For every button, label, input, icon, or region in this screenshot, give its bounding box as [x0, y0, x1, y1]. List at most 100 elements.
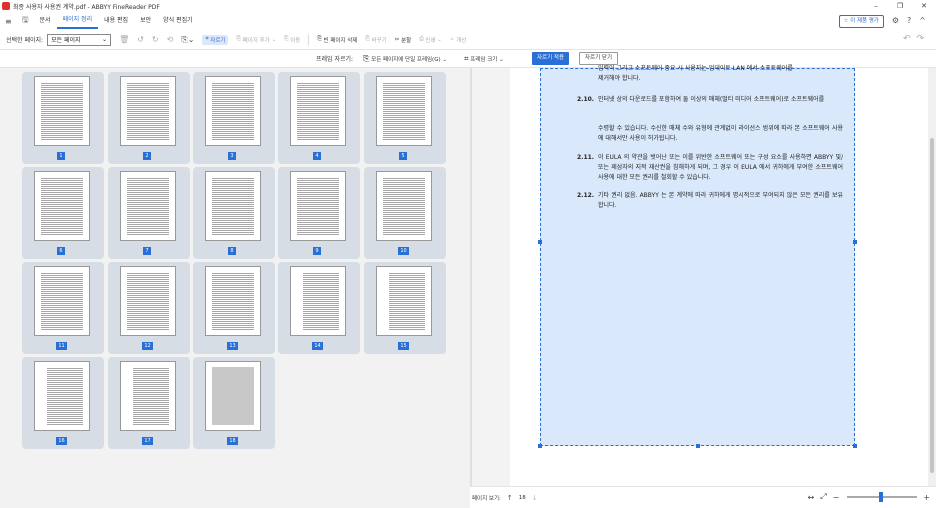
collapse-ribbon-icon[interactable]: ^: [915, 12, 930, 30]
page-preview: [290, 266, 346, 336]
zoom-out-icon[interactable]: −: [833, 493, 840, 502]
page-preview: [376, 266, 432, 336]
add-page-button[interactable]: ⎘ 페이지 추가 ⌄: [236, 36, 276, 44]
document-text-line: 제거해야 합니다.: [598, 75, 641, 82]
crop-button[interactable]: ⌗ 자르기: [202, 34, 229, 45]
rotate-left-icon[interactable]: ↺: [137, 35, 144, 44]
selected-pages-label: 선택한 페이지:: [6, 37, 44, 44]
crop-handle-right[interactable]: [853, 240, 857, 244]
page-thumbnail[interactable]: 12: [108, 262, 190, 354]
next-page-icon[interactable]: ↓: [532, 494, 538, 502]
page-number-badge: 10: [398, 247, 409, 255]
page-preview: [376, 76, 432, 146]
page-thumbnail[interactable]: 17: [108, 357, 190, 449]
crop-label: 자르기: [210, 37, 226, 44]
replace-button[interactable]: ⎘ 바꾸기: [365, 36, 386, 44]
page-thumbnail[interactable]: 8: [193, 167, 275, 259]
zoom-slider-knob[interactable]: [879, 492, 884, 502]
page-number-badge: 17: [142, 437, 153, 445]
redo-icon[interactable]: ↷: [916, 34, 924, 44]
same-frame-dropdown[interactable]: ⎘ 모든 페이지에 단일 프레임(G) ⌄: [363, 54, 447, 64]
toolbar-divider: [308, 33, 310, 46]
page-thumbnail[interactable]: 7: [108, 167, 190, 259]
page-options-icon[interactable]: ⎘⌄: [181, 35, 194, 45]
add-page-label: 페이지 추가: [242, 37, 270, 44]
undo-icon[interactable]: ↶: [903, 34, 911, 44]
zoom-in-icon[interactable]: +: [923, 493, 930, 502]
menu-form-editor[interactable]: 양식 편집기: [157, 12, 199, 30]
page-number-badge: 8: [228, 247, 236, 255]
page-thumbnail[interactable]: 11: [22, 262, 104, 354]
page-number-badge: 1: [57, 152, 65, 160]
crop-handle-bottom-right[interactable]: [853, 444, 857, 448]
section-text: 수령할 수 있습니다. 수신한 매체 수와 유형에 관계없이 라이선스 범위에 …: [598, 125, 843, 142]
page-thumbnail[interactable]: 10: [364, 167, 446, 259]
zoom-slider[interactable]: [847, 492, 918, 502]
delete-icon[interactable]: 🗑: [119, 35, 129, 44]
document-text-line: 입력이 그리고 소프트웨어 중요 시 사용자는 업데이트 LAN 에서 소프트웨…: [598, 65, 793, 72]
save-icon[interactable]: 🖫: [17, 14, 34, 28]
page-thumbnail[interactable]: 13: [193, 262, 275, 354]
thumbnail-pane[interactable]: 1 2 3 4 5 6 7 8 9 10 11 12 13 14 15 16 1…: [0, 68, 470, 508]
section-text: 인터넷 상의 다운로드를 포함하여 둘 이상의 매체(멀티 미디어 소프트웨어)…: [598, 96, 825, 103]
page-thumbnail[interactable]: 4: [278, 72, 360, 164]
frame-size-dropdown[interactable]: ⌗ 프레임 크기 ⌄: [464, 54, 504, 64]
menu-document[interactable]: 문서: [34, 12, 57, 30]
vertical-scrollbar[interactable]: [928, 68, 936, 486]
previous-page-icon[interactable]: ↑: [507, 494, 513, 502]
settings-icon[interactable]: ⚙: [888, 12, 903, 30]
page-toolbar: 선택한 페이지: 모든 페이지 ⌄ 🗑 ↺ ↻ ⟲ ⎘⌄ ⌗ 자르기 ⎘ 페이지…: [0, 30, 936, 50]
menu-bar: ≡ 🖫 문서 페이지 정리 내용 편집 보안 양식 편집기 ☆ 이 제품 평가 …: [0, 12, 936, 30]
maximize-button[interactable]: ❐: [888, 0, 912, 12]
page-thumbnail[interactable]: 6: [22, 167, 104, 259]
frame-size-label: 프레임 크기: [470, 56, 498, 63]
fit-page-icon[interactable]: ⤢: [820, 492, 826, 502]
help-icon[interactable]: ?: [903, 12, 915, 30]
delete-blank-pages-button[interactable]: ⎘ 빈 페이지 삭제: [317, 36, 357, 44]
section-text: 이 EULA 의 약관을 벗어난 또는 이를 위반한 소프트웨어 또는 구성 요…: [598, 154, 843, 181]
page-number-badge: 9: [313, 247, 321, 255]
page-thumbnail-selected[interactable]: 18: [193, 357, 275, 449]
crop-handle-bottom[interactable]: [696, 444, 700, 448]
title-bar: 최종 사용자 사용권 계약.pdf - ABBYY FineReader PDF…: [0, 0, 936, 12]
page-preview: [34, 171, 90, 241]
page-number-badge: 13: [227, 342, 238, 350]
hamburger-menu-icon[interactable]: ≡: [0, 17, 17, 26]
menu-edit-content[interactable]: 내용 편집: [98, 12, 134, 30]
split-label: 분할: [401, 37, 412, 44]
menu-organize-pages[interactable]: 페이지 정리: [56, 13, 99, 29]
page-thumbnail[interactable]: 5: [364, 72, 446, 164]
page-thumbnail[interactable]: 2: [108, 72, 190, 164]
page-number-badge: 2: [143, 152, 151, 160]
replace-label: 바꾸기: [371, 37, 387, 44]
page-thumbnail[interactable]: 3: [193, 72, 275, 164]
current-page-field[interactable]: 18: [519, 495, 526, 501]
rate-product-button[interactable]: ☆ 이 제품 평가: [838, 15, 884, 28]
crop-handle-bottom-left[interactable]: [538, 444, 542, 448]
rate-product-label: 이 제품 평가: [850, 18, 879, 24]
close-window-button[interactable]: ✕: [912, 0, 936, 12]
undo-redo: ↶ ↷: [903, 34, 924, 44]
minimize-button[interactable]: –: [864, 0, 888, 12]
apply-crop-button[interactable]: 자르기 적용: [532, 52, 570, 65]
rotate-right-icon[interactable]: ↻: [152, 35, 159, 44]
split-button[interactable]: ✂ 분할: [395, 36, 411, 44]
crop-handle-left[interactable]: [538, 240, 542, 244]
page-thumbnail[interactable]: 9: [278, 167, 360, 259]
fit-width-icon[interactable]: ↔: [807, 493, 814, 502]
move-button[interactable]: ⎘ 이동: [284, 36, 300, 44]
print-button[interactable]: ⎙ 인쇄 ⌄: [419, 36, 442, 44]
selected-pages-select[interactable]: 모든 페이지 ⌄: [47, 33, 112, 46]
recognize-icon[interactable]: ⟲: [167, 35, 174, 44]
improve-label: 개선: [456, 37, 467, 44]
page-thumbnail[interactable]: 1: [22, 72, 104, 164]
scrollbar-thumb[interactable]: [930, 138, 934, 473]
page-thumbnail[interactable]: 15: [364, 262, 446, 354]
page-thumbnail[interactable]: 14: [278, 262, 360, 354]
crop-frame[interactable]: 입력이 그리고 소프트웨어 중요 시 사용자는 업데이트 LAN 에서 소프트웨…: [538, 65, 857, 448]
menu-security[interactable]: 보안: [134, 12, 157, 30]
improve-button[interactable]: ✧ 개선: [450, 36, 466, 44]
page-thumbnail[interactable]: 16: [22, 357, 104, 449]
page-preview: [120, 171, 176, 241]
chevron-down-icon: ⌄: [102, 36, 108, 43]
